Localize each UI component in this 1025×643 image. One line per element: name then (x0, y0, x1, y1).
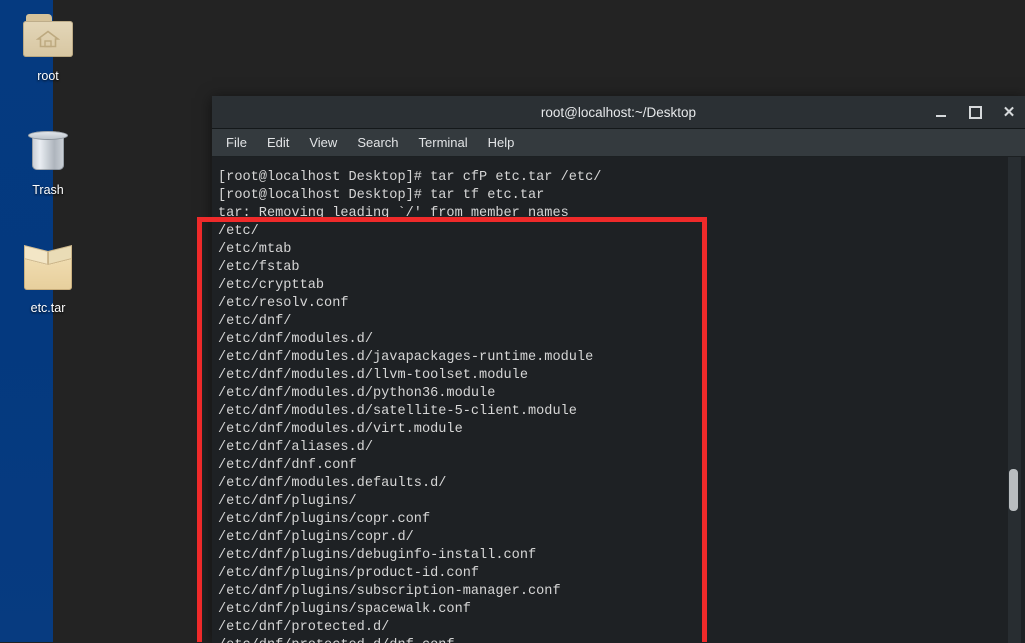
terminal-line: /etc/dnf/dnf.conf (218, 458, 357, 473)
menu-item-file[interactable]: File (226, 135, 247, 150)
desktop-icon-label: etc.tar (30, 301, 66, 315)
desktop-icon-label: Trash (32, 183, 64, 197)
terminal-line: /etc/dnf/modules.d/satellite-5-client.mo… (218, 404, 577, 419)
terminal-line: [root@localhost Desktop]# tar cfP etc.ta… (218, 170, 602, 185)
terminal-line: /etc/dnf/modules.d/virt.module (218, 422, 463, 437)
desktop-wallpaper-stripe (0, 0, 53, 642)
desktop-icon-trash[interactable]: Trash (0, 122, 96, 197)
terminal-line: /etc/fstab (218, 260, 300, 275)
minimize-icon[interactable] (933, 104, 949, 120)
terminal-line: [root@localhost Desktop]# tar tf etc.tar (218, 188, 545, 203)
terminal-line: tar: Removing leading `/' from member na… (218, 206, 569, 221)
desktop-icon-etc-tar[interactable]: etc.tar (0, 240, 96, 315)
home-glyph (36, 30, 60, 48)
archive-box-icon (16, 240, 80, 298)
terminal-line: /etc/dnf/protected.d/ (218, 620, 390, 635)
terminal-line: /etc/dnf/plugins/spacewalk.conf (218, 602, 471, 617)
menu-item-terminal[interactable]: Terminal (419, 135, 468, 150)
terminal-line: /etc/dnf/modules.d/python36.module (218, 386, 496, 401)
window-titlebar[interactable]: root@localhost:~/Desktop ✕ (212, 96, 1025, 129)
terminal-line: /etc/dnf/modules.d/ (218, 332, 373, 347)
terminal-line: /etc/dnf/modules.defaults.d/ (218, 476, 447, 491)
maximize-icon[interactable] (967, 104, 983, 120)
terminal-line: /etc/resolv.conf (218, 296, 349, 311)
terminal-output-area[interactable]: [root@localhost Desktop]# tar cfP etc.ta… (212, 157, 1025, 643)
desktop-icon-label: root (37, 69, 59, 83)
close-icon[interactable]: ✕ (1001, 104, 1017, 120)
terminal-line: /etc/ (218, 224, 259, 239)
terminal-text: [root@localhost Desktop]# tar cfP etc.ta… (218, 169, 999, 643)
terminal-line: /etc/crypttab (218, 278, 325, 293)
terminal-line: /etc/dnf/ (218, 314, 292, 329)
terminal-line: /etc/dnf/plugins/copr.d/ (218, 530, 414, 545)
terminal-line: /etc/dnf/plugins/debuginfo-install.conf (218, 548, 537, 563)
terminal-line: /etc/dnf/plugins/subscription-manager.co… (218, 584, 561, 599)
menu-bar: File Edit View Search Terminal Help (212, 129, 1025, 157)
window-title: root@localhost:~/Desktop (540, 104, 697, 120)
terminal-line: /etc/mtab (218, 242, 292, 257)
terminal-window: root@localhost:~/Desktop ✕ File Edit Vie… (212, 96, 1025, 643)
terminal-line: /etc/dnf/modules.d/llvm-toolset.module (218, 368, 528, 383)
terminal-line: /etc/dnf/plugins/ (218, 494, 357, 509)
terminal-scrollbar[interactable] (1008, 157, 1021, 643)
menu-item-help[interactable]: Help (488, 135, 515, 150)
menu-item-edit[interactable]: Edit (267, 135, 289, 150)
terminal-line: /etc/dnf/aliases.d/ (218, 440, 373, 455)
trash-can-icon (16, 122, 80, 180)
terminal-line: /etc/dnf/protected.d/dnf.conf (218, 637, 999, 643)
menu-item-search[interactable]: Search (357, 135, 398, 150)
terminal-line: /etc/dnf/modules.d/javapackages-runtime.… (218, 350, 594, 365)
scrollbar-thumb[interactable] (1009, 469, 1018, 511)
menu-item-view[interactable]: View (309, 135, 337, 150)
terminal-line: /etc/dnf/plugins/copr.conf (218, 512, 431, 527)
home-folder-icon (16, 8, 80, 66)
desktop-icon-root[interactable]: root (0, 8, 96, 83)
window-controls: ✕ (933, 96, 1017, 128)
terminal-line: /etc/dnf/plugins/product-id.conf (218, 566, 480, 581)
